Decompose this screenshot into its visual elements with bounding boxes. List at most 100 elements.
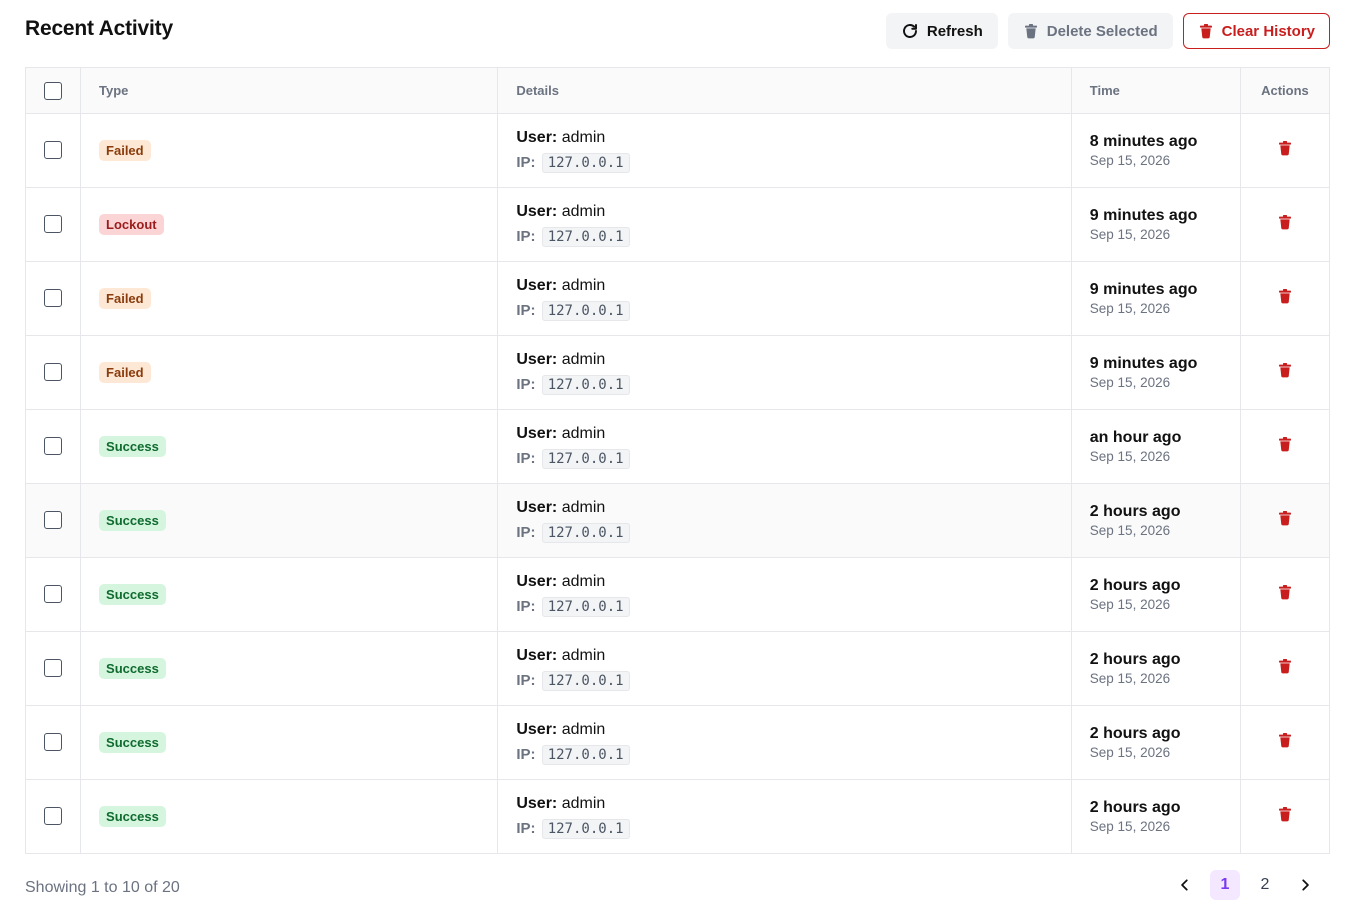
actions-cell bbox=[1240, 409, 1331, 484]
row-select-cell bbox=[25, 187, 82, 262]
time-cell: 2 hours ago Sep 15, 2026 bbox=[1071, 705, 1241, 780]
delete-row-button[interactable] bbox=[1277, 584, 1293, 605]
actions-cell bbox=[1240, 557, 1331, 632]
user-value: admin bbox=[561, 794, 606, 812]
delete-selected-label: Delete Selected bbox=[1046, 22, 1158, 40]
row-checkbox[interactable] bbox=[44, 807, 63, 826]
row-checkbox[interactable] bbox=[44, 437, 63, 456]
row-checkbox[interactable] bbox=[44, 141, 63, 160]
row-select-cell bbox=[25, 705, 82, 780]
delete-row-button[interactable] bbox=[1277, 806, 1293, 827]
delete-selected-button[interactable]: Delete Selected bbox=[1007, 13, 1173, 49]
delete-row-button[interactable] bbox=[1277, 658, 1293, 679]
status-badge: Success bbox=[99, 510, 166, 531]
row-checkbox[interactable] bbox=[44, 585, 63, 604]
table-row[interactable]: Success User: admin IP: 127.0.0.1 2 hours a… bbox=[25, 557, 1331, 632]
user-value: admin bbox=[561, 128, 606, 146]
row-checkbox[interactable] bbox=[44, 215, 63, 234]
user-label: User: bbox=[516, 646, 558, 664]
user-label: User: bbox=[516, 128, 558, 146]
row-select-cell bbox=[25, 261, 82, 336]
actions-cell bbox=[1240, 113, 1331, 188]
ip-label: IP: bbox=[516, 301, 536, 319]
table-row[interactable]: Lockout User: admin IP: 127.0.0.1 9 minutes… bbox=[25, 187, 1331, 262]
ip-line: IP: 127.0.0.1 bbox=[516, 522, 1070, 544]
page-button-2[interactable]: 2 bbox=[1250, 870, 1280, 900]
prev-page-button[interactable] bbox=[1170, 870, 1200, 900]
time-cell: 9 minutes ago Sep 15, 2026 bbox=[1071, 335, 1241, 410]
type-cell: Failed bbox=[80, 335, 499, 410]
chevron-left-icon bbox=[1181, 879, 1188, 891]
delete-row-button[interactable] bbox=[1277, 362, 1293, 383]
row-checkbox[interactable] bbox=[44, 289, 63, 308]
delete-row-button[interactable] bbox=[1277, 732, 1293, 753]
clear-history-button[interactable]: Clear History bbox=[1182, 13, 1330, 49]
table-row[interactable]: Success User: admin IP: 127.0.0.1 2 hours a… bbox=[25, 779, 1331, 854]
status-badge: Success bbox=[99, 584, 166, 605]
ip-line: IP: 127.0.0.1 bbox=[516, 818, 1070, 840]
trash-icon bbox=[1277, 141, 1293, 160]
delete-row-button[interactable] bbox=[1277, 140, 1293, 161]
ip-value: 127.0.0.1 bbox=[541, 744, 630, 765]
activity-table: Type Details Time Actions Failed User: ad… bbox=[25, 67, 1331, 854]
table-row[interactable]: Failed User: admin IP: 127.0.0.1 9 minutes … bbox=[25, 261, 1331, 336]
actions-cell bbox=[1240, 705, 1331, 780]
absolute-date: Sep 15, 2026 bbox=[1089, 152, 1171, 168]
delete-row-button[interactable] bbox=[1277, 436, 1293, 457]
trash-icon bbox=[1199, 24, 1212, 39]
next-page-button[interactable] bbox=[1290, 870, 1320, 900]
table-row[interactable]: Success User: admin IP: 127.0.0.1 an hour a… bbox=[25, 409, 1331, 484]
absolute-date: Sep 15, 2026 bbox=[1089, 300, 1171, 316]
ip-line: IP: 127.0.0.1 bbox=[516, 300, 1070, 322]
page-button-1[interactable]: 1 bbox=[1210, 870, 1240, 900]
delete-row-button[interactable] bbox=[1277, 288, 1293, 309]
relative-time: 9 minutes ago bbox=[1089, 280, 1198, 298]
ip-line: IP: 127.0.0.1 bbox=[516, 226, 1070, 248]
table-row[interactable]: Failed User: admin IP: 127.0.0.1 8 minutes … bbox=[25, 113, 1331, 188]
table-row[interactable]: Success User: admin IP: 127.0.0.1 2 hours a… bbox=[25, 705, 1331, 780]
details-cell: User: admin IP: 127.0.0.1 bbox=[497, 409, 1072, 484]
trash-icon bbox=[1277, 511, 1293, 530]
user-label: User: bbox=[516, 572, 558, 590]
user-label: User: bbox=[516, 350, 558, 368]
details-cell: User: admin IP: 127.0.0.1 bbox=[497, 483, 1072, 558]
ip-line: IP: 127.0.0.1 bbox=[516, 374, 1070, 396]
details-cell: User: admin IP: 127.0.0.1 bbox=[497, 779, 1072, 854]
refresh-button[interactable]: Refresh bbox=[885, 13, 998, 49]
relative-time: 9 minutes ago bbox=[1089, 206, 1198, 224]
type-cell: Lockout bbox=[80, 187, 499, 262]
actions-cell bbox=[1240, 779, 1331, 854]
toolbar: Refresh Delete Selected Clear History bbox=[885, 13, 1330, 49]
absolute-date: Sep 15, 2026 bbox=[1089, 226, 1171, 242]
row-select-cell bbox=[25, 409, 82, 484]
time-cell: 8 minutes ago Sep 15, 2026 bbox=[1071, 113, 1241, 188]
row-checkbox[interactable] bbox=[44, 363, 63, 382]
details-cell: User: admin IP: 127.0.0.1 bbox=[497, 113, 1072, 188]
ip-line: IP: 127.0.0.1 bbox=[516, 448, 1070, 470]
table-row[interactable]: Failed User: admin IP: 127.0.0.1 9 minutes … bbox=[25, 335, 1331, 410]
status-badge: Failed bbox=[99, 140, 151, 161]
relative-time: 2 hours ago bbox=[1089, 576, 1181, 594]
ip-line: IP: 127.0.0.1 bbox=[516, 152, 1070, 174]
table-row[interactable]: Success User: admin IP: 127.0.0.1 2 hours a… bbox=[25, 483, 1331, 558]
select-all-checkbox[interactable] bbox=[44, 81, 63, 100]
trash-icon bbox=[1277, 807, 1293, 826]
ip-value: 127.0.0.1 bbox=[541, 448, 630, 469]
table-row[interactable]: Success User: admin IP: 127.0.0.1 2 hours a… bbox=[25, 631, 1331, 706]
delete-row-button[interactable] bbox=[1277, 510, 1293, 531]
status-badge: Lockout bbox=[99, 214, 164, 235]
trash-icon bbox=[1277, 289, 1293, 308]
user-line: User: admin bbox=[516, 646, 1070, 666]
absolute-date: Sep 15, 2026 bbox=[1089, 522, 1171, 538]
delete-row-button[interactable] bbox=[1277, 214, 1293, 235]
column-header-type: Type bbox=[80, 67, 499, 114]
user-line: User: admin bbox=[516, 276, 1070, 296]
row-checkbox[interactable] bbox=[44, 733, 63, 752]
time-cell: 2 hours ago Sep 15, 2026 bbox=[1071, 631, 1241, 706]
row-checkbox[interactable] bbox=[44, 659, 63, 678]
absolute-date: Sep 15, 2026 bbox=[1089, 744, 1171, 760]
column-header-details: Details bbox=[497, 67, 1072, 114]
relative-time: an hour ago bbox=[1089, 428, 1182, 446]
row-checkbox[interactable] bbox=[44, 511, 63, 530]
ip-value: 127.0.0.1 bbox=[541, 818, 630, 839]
